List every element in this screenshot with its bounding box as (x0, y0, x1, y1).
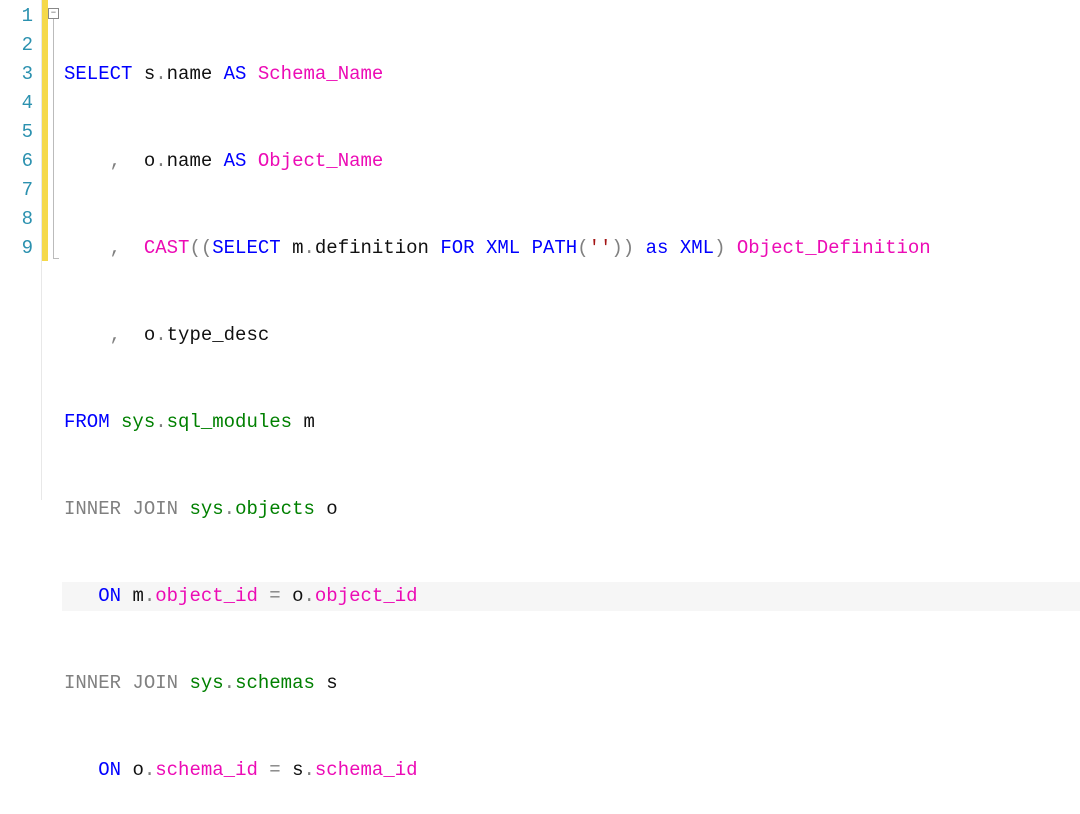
fold-toggle-icon[interactable]: − (48, 8, 59, 19)
line-number[interactable]: 4 (12, 89, 33, 118)
line-number-gutter: 1 2 3 4 5 6 7 8 9 (0, 0, 42, 500)
code-line: INNER JOIN sys.objects o (62, 495, 1080, 524)
code-line: SELECT s.name AS Schema_Name (62, 60, 1080, 89)
line-number[interactable]: 1 (12, 2, 33, 31)
code-line: , CAST((SELECT m.definition FOR XML PATH… (62, 234, 1080, 263)
fold-guide-line (53, 19, 54, 259)
code-line: ON o.schema_id = s.schema_id (62, 756, 1080, 785)
fold-guide-end (53, 258, 59, 259)
code-line: , o.type_desc (62, 321, 1080, 350)
line-number[interactable]: 5 (12, 118, 33, 147)
line-number[interactable]: 3 (12, 60, 33, 89)
code-line: INNER JOIN sys.schemas s (62, 669, 1080, 698)
code-editor[interactable]: SELECT s.name AS Schema_Name , o.name AS… (62, 0, 1080, 500)
code-line: FROM sys.sql_modules m (62, 408, 1080, 437)
code-line: , o.name AS Object_Name (62, 147, 1080, 176)
line-number[interactable]: 7 (12, 176, 33, 205)
line-number[interactable]: 9 (12, 234, 33, 263)
line-number[interactable]: 6 (12, 147, 33, 176)
code-line-current: ON m.object_id = o.object_id (62, 582, 1080, 611)
line-number[interactable]: 2 (12, 31, 33, 60)
fold-gutter: − (48, 0, 62, 500)
line-number[interactable]: 8 (12, 205, 33, 234)
